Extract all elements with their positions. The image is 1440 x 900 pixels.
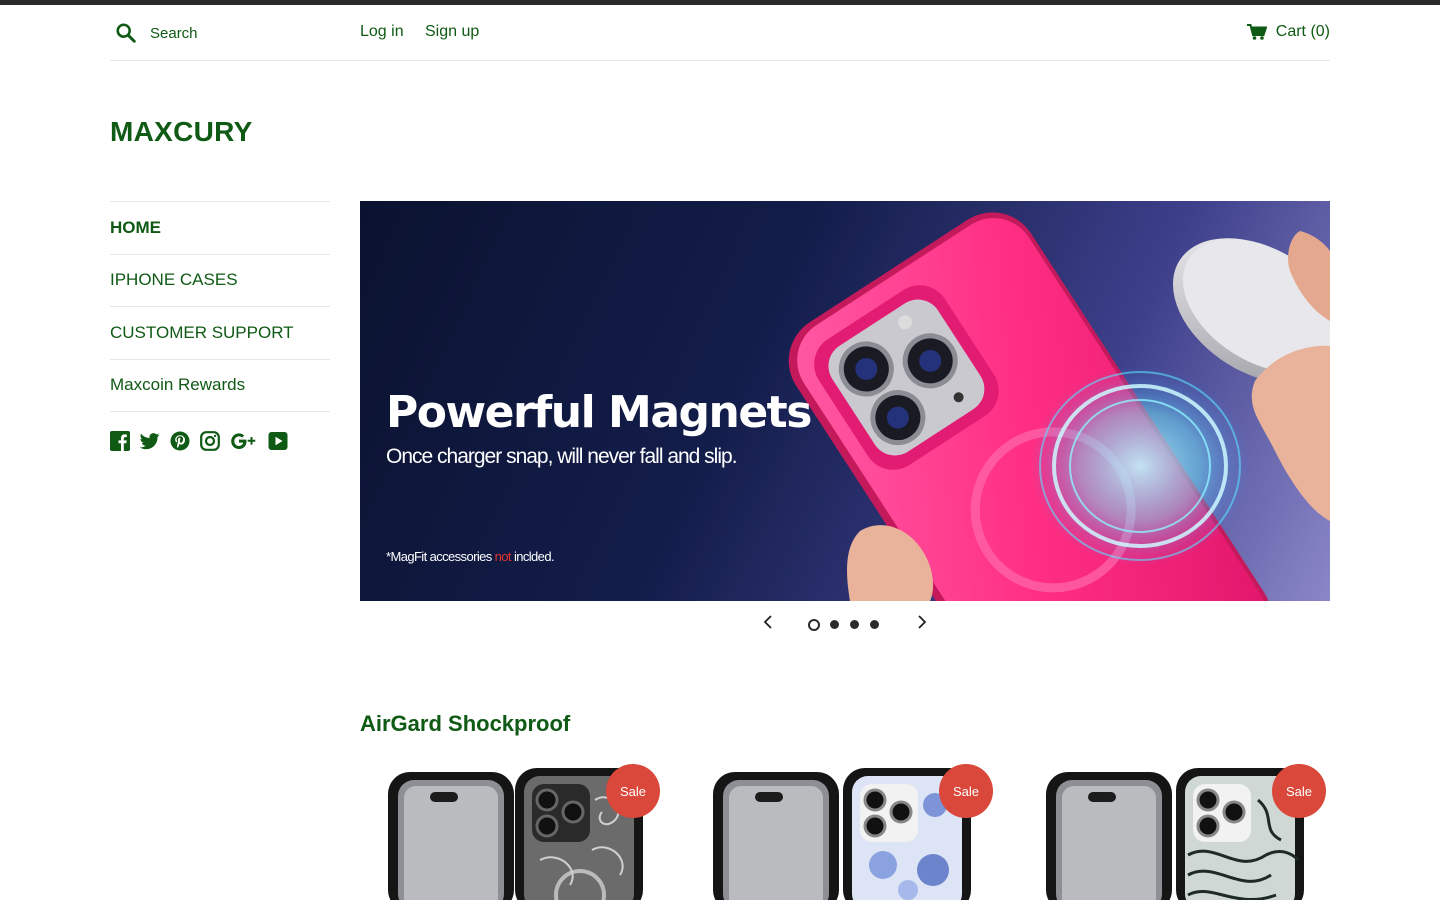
sale-badge: Sale	[939, 764, 993, 818]
google-plus-icon[interactable]	[230, 431, 258, 451]
facebook-icon[interactable]	[110, 431, 130, 451]
slider-controls	[755, 612, 935, 636]
hero-disclaimer: *MagFit accessories not inclded.	[386, 549, 555, 564]
hero-subline: Once charger snap, will never fall and s…	[386, 445, 738, 468]
cart-link[interactable]: Cart (0)	[1246, 23, 1330, 41]
chevron-right-icon[interactable]	[915, 614, 929, 630]
search-icon[interactable]	[115, 22, 137, 44]
header: Log in Sign up Cart (0)	[110, 5, 1330, 61]
site-logo[interactable]: MAXCURY	[110, 116, 253, 148]
slider-dot-1[interactable]	[808, 619, 820, 631]
hero-note-red: not	[494, 549, 512, 564]
slider-dot-3[interactable]	[850, 620, 859, 629]
login-link[interactable]: Log in	[360, 23, 404, 41]
pinterest-icon[interactable]	[170, 431, 190, 451]
sale-badge: Sale	[1272, 764, 1326, 818]
instagram-icon[interactable]	[200, 431, 220, 451]
twitter-icon[interactable]	[140, 431, 160, 451]
cart-label: Cart (0)	[1275, 23, 1330, 40]
sidebar-item-maxcoin-rewards[interactable]: Maxcoin Rewards	[110, 360, 330, 412]
hero-note-suffix: inclded.	[510, 549, 555, 564]
product-card[interactable]: Sale	[370, 760, 670, 900]
hero-slide[interactable]: Powerful Magnets Once charger snap, will…	[360, 201, 1330, 601]
sidebar-item-home[interactable]: HOME	[110, 202, 330, 255]
product-card[interactable]: Sale	[1036, 760, 1336, 900]
social-links	[110, 431, 298, 451]
chevron-left-icon[interactable]	[761, 614, 775, 630]
slider-dot-2[interactable]	[830, 620, 839, 629]
cart-icon	[1246, 24, 1267, 40]
hero-note-prefix: *MagFit accessories	[386, 549, 495, 564]
hero-headline: Powerful Magnets	[386, 387, 812, 438]
product-card[interactable]: Sale	[703, 760, 1003, 900]
section-title: AirGard Shockproof	[360, 711, 571, 736]
search-input[interactable]	[150, 21, 350, 45]
sidebar-item-customer-support[interactable]: CUSTOMER SUPPORT	[110, 307, 330, 360]
sidebar-item-iphone-cases[interactable]: IPHONE CASES	[110, 255, 330, 307]
slider-dot-4[interactable]	[870, 620, 879, 629]
sale-badge: Sale	[606, 764, 660, 818]
youtube-icon[interactable]	[268, 431, 288, 451]
signup-link[interactable]: Sign up	[425, 23, 479, 41]
sidebar-nav: HOME IPHONE CASES CUSTOMER SUPPORT Maxco…	[110, 201, 330, 412]
